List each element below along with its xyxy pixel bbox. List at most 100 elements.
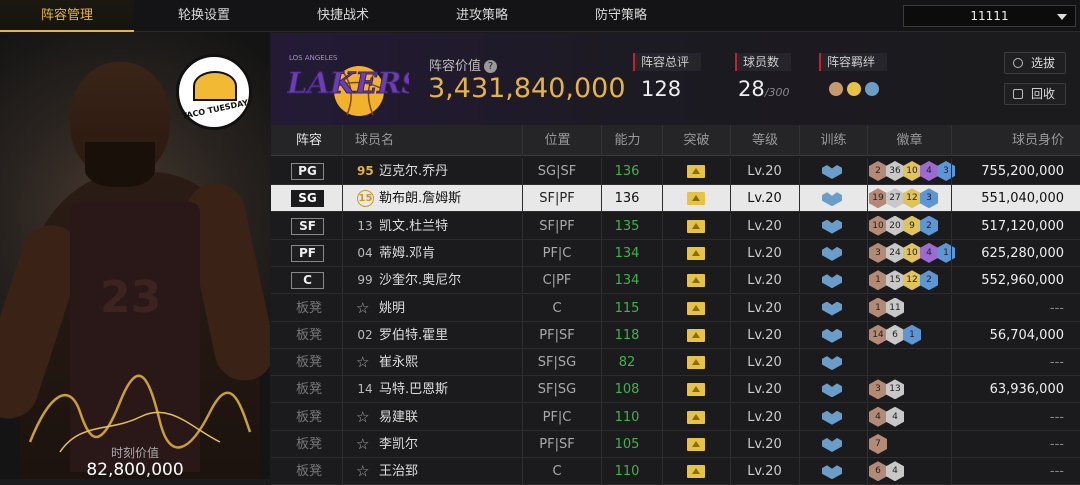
breakthrough-crown-icon[interactable]	[687, 165, 705, 178]
tab-rotation-settings[interactable]: 轮换设置	[137, 0, 271, 32]
badge-list[interactable]: 1 15 12 2	[869, 270, 938, 291]
training-icon[interactable]	[822, 438, 842, 452]
breakthrough-crown-icon[interactable]	[687, 410, 705, 424]
row-divider	[662, 267, 663, 295]
badge-list[interactable]: 44	[869, 406, 904, 428]
table-row[interactable]: C 99 沙奎尔.奥尼尔 C|PF 134 Lv.20 1 15 12 2 552,9…	[271, 267, 1080, 295]
breakthrough-crown-icon[interactable]	[687, 438, 705, 451]
badge-silver-icon: 13	[886, 379, 904, 400]
table-row[interactable]: 板凳 ☆ 王治郅 C 110 Lv.20 64 ---	[271, 458, 1080, 485]
training-icon[interactable]	[822, 246, 842, 261]
badge-list[interactable]: 3 24 10 4 1	[869, 242, 955, 264]
rating-value: 128	[641, 77, 682, 101]
lineup-select-dropdown[interactable]: 11111	[903, 5, 1076, 27]
player-level: Lv.20	[747, 437, 782, 452]
row-divider	[342, 158, 343, 185]
training-icon[interactable]	[822, 356, 842, 371]
col-position: 位置	[522, 125, 592, 156]
player-name: 迈克尔.乔丹	[379, 164, 449, 179]
table-row[interactable]: 板凳 ☆ 易建联 PF|C 110 Lv.20 44 ---	[271, 403, 1080, 431]
breakthrough-crown-icon[interactable]	[687, 383, 705, 397]
table-row[interactable]: 板凳 14 马特.巴恩斯 SF|SG 108 Lv.20 3 13 63,936,…	[271, 376, 1080, 404]
help-icon[interactable]: ?	[484, 60, 498, 73]
training-icon[interactable]	[822, 219, 842, 234]
breakthrough-crown-icon[interactable]	[687, 246, 705, 260]
breakthrough-crown-icon[interactable]	[687, 219, 705, 233]
position-slot-badge[interactable]: PG	[291, 163, 324, 180]
bond-blue-icon[interactable]	[865, 82, 879, 96]
col-value: 球员身价	[951, 125, 1064, 156]
bond-icons[interactable]	[829, 81, 883, 100]
row-divider	[867, 403, 868, 431]
training-icon[interactable]	[822, 165, 842, 179]
training-icon[interactable]	[822, 328, 842, 343]
table-row[interactable]: 板凳 ☆ 李凯尔 PF|SF 105 Lv.20 7 ---	[271, 431, 1080, 458]
player-name: 马特.巴恩斯	[379, 382, 449, 398]
row-divider	[342, 212, 343, 240]
breakthrough-crown-icon[interactable]	[687, 301, 705, 315]
tab-defense-strategy[interactable]: 防守策略	[554, 0, 688, 32]
row-divider	[799, 185, 800, 213]
player-portrait-beard	[85, 142, 155, 187]
row-divider	[662, 294, 663, 322]
badge-bronze-icon: 3	[869, 379, 887, 400]
bond-gold-icon[interactable]	[847, 82, 861, 96]
player-ability: 134	[614, 273, 640, 289]
table-row[interactable]: SG 15 勒布朗.詹姆斯 SF|PF 136 Lv.20 19 27 12 3 55…	[271, 185, 1080, 213]
position-slot-badge[interactable]: SF	[291, 217, 324, 235]
player-value: ---	[1049, 409, 1064, 425]
player-name: 崔永熙	[379, 355, 419, 371]
badge-blue-icon: 2	[920, 215, 938, 236]
table-row[interactable]: 板凳 02 罗伯特.霍里 PF|SF 118 Lv.20 14 6 1 56,704…	[271, 321, 1080, 349]
table-row[interactable]: PF 04 蒂姆.邓肯 PF|C 134 Lv.20 3 24 10 4 1 625,2…	[271, 239, 1080, 267]
badge-list[interactable]: 1 11	[869, 297, 904, 319]
breakthrough-crown-icon[interactable]	[687, 274, 705, 288]
tab-lineup-management[interactable]: 阵容管理	[0, 0, 134, 32]
training-icon[interactable]	[822, 410, 842, 425]
player-name: 李凯尔	[379, 437, 419, 452]
badge-silver-icon: 4	[886, 406, 904, 427]
training-icon[interactable]	[822, 274, 842, 289]
player-value: ---	[1049, 464, 1064, 480]
recycle-button[interactable]: 回收	[1004, 83, 1066, 105]
bond-bronze-icon[interactable]	[829, 82, 843, 96]
player-position: SF|SG	[537, 355, 577, 371]
position-slot-badge[interactable]: SG	[291, 190, 324, 208]
training-icon[interactable]	[822, 383, 842, 398]
badge-list[interactable]: 3 13	[869, 379, 904, 400]
breakthrough-crown-icon[interactable]	[687, 328, 705, 342]
breakthrough-crown-icon[interactable]	[687, 465, 705, 479]
row-divider	[342, 431, 343, 458]
position-slot-badge[interactable]: PF	[291, 244, 324, 262]
player-level: Lv.20	[747, 273, 782, 289]
lakers-logo-text: LAKERS	[287, 66, 409, 100]
breakthrough-crown-icon[interactable]	[687, 192, 705, 206]
badge-list[interactable]: 10 20 9 2	[869, 215, 938, 237]
tab-quick-tactics[interactable]: 快捷战术	[276, 0, 410, 32]
player-card[interactable]: 23 TACO TUESDAY 时刻价值 82,800,000	[0, 32, 270, 479]
training-icon[interactable]	[822, 192, 842, 207]
lakers-logo: LOS ANGELES LAKERS	[287, 54, 409, 116]
table-row[interactable]: 板凳 ☆ 姚明 C 115 Lv.20 1 11 ---	[271, 294, 1080, 322]
badge-list[interactable]: 64	[869, 461, 904, 482]
training-icon[interactable]	[822, 465, 842, 480]
player-position: SF|PF	[539, 191, 575, 207]
table-row[interactable]: SF 13 凯文.杜兰特 SF|PF 135 Lv.20 10 20 9 2 517,…	[271, 212, 1080, 240]
refresh-icon	[1013, 58, 1023, 68]
breakthrough-crown-icon[interactable]	[687, 356, 705, 370]
tab-offense-strategy[interactable]: 进攻策略	[415, 0, 549, 32]
badge-list[interactable]: 19 27 12 3	[869, 188, 938, 209]
badge-list[interactable]: 14 6 1	[869, 324, 921, 346]
row-divider	[662, 158, 663, 185]
table-row[interactable]: 板凳 ☆ 崔永熙 SF|SG 82 Lv.20 ---	[271, 349, 1080, 377]
select-button[interactable]: 选拔	[1004, 52, 1066, 74]
player-level: Lv.20	[747, 355, 782, 371]
col-lineup: 阵容	[296, 133, 323, 148]
row-divider	[342, 403, 343, 431]
table-row[interactable]: PG 95 迈克尔.乔丹 SG|SF 136 Lv.20 2 36 10 4 3 755…	[271, 158, 1080, 185]
badge-list[interactable]: 7	[869, 434, 887, 455]
training-icon[interactable]	[822, 301, 842, 316]
player-count: 28/300	[738, 77, 789, 101]
badge-list[interactable]: 2 36 10 4 3	[869, 161, 955, 182]
position-slot-badge[interactable]: C	[291, 272, 324, 290]
